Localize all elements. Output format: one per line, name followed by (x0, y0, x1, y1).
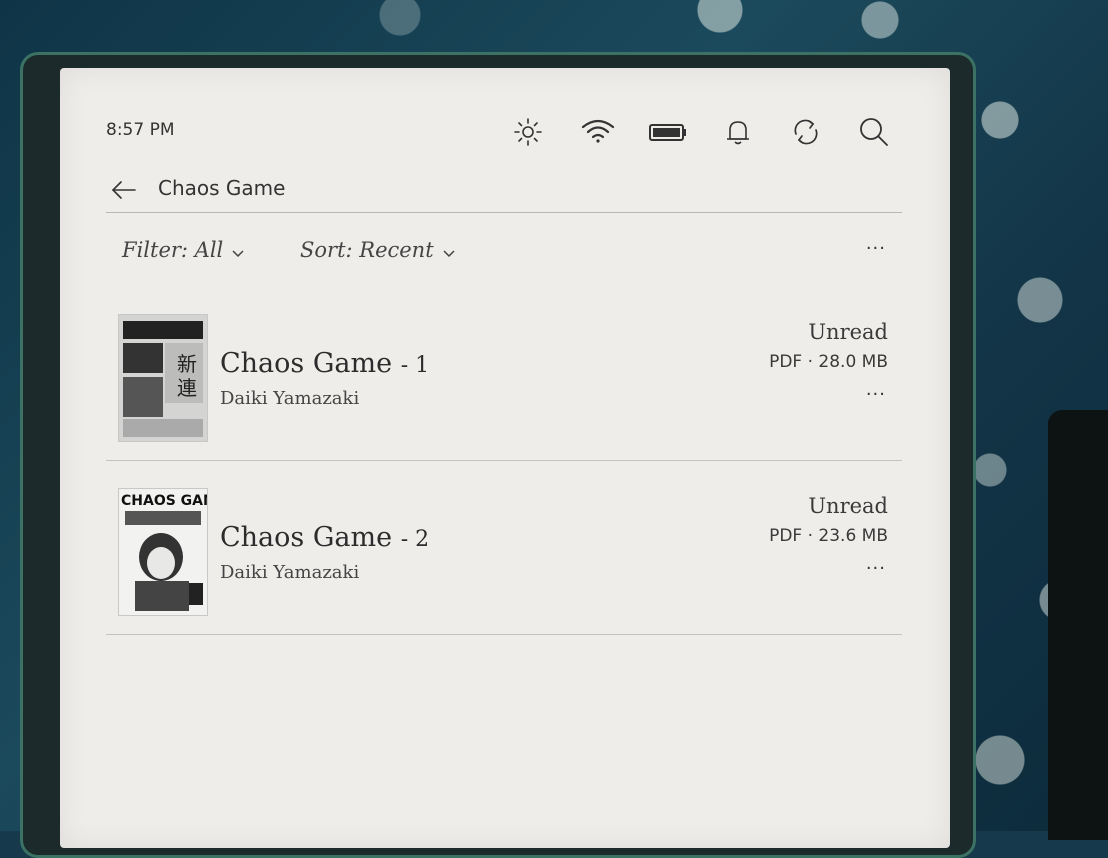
svg-text:新: 新 (177, 352, 197, 376)
book-title[interactable]: Chaos Game - 2 (220, 522, 429, 553)
book-list-item[interactable]: 新 連 Chaos Game - 1 Daiki Yamazaki Unread… (106, 314, 902, 461)
read-status: Unread (808, 494, 888, 518)
cover-title-text: CHAOS GAME (121, 493, 207, 509)
ereader-screen: 8:57 PM Chaos Game Filter: All Sort: Rec… (60, 68, 950, 848)
book-cover: 新 連 (118, 314, 208, 442)
sort-dropdown[interactable]: Sort: Recent (300, 238, 456, 264)
battery-icon (648, 114, 688, 150)
chevron-down-icon (442, 240, 456, 264)
filter-dropdown[interactable]: Filter: All (122, 238, 245, 264)
chevron-down-icon (231, 240, 245, 264)
filter-label: Filter: All (122, 238, 224, 262)
filter-sort-bar: Filter: All Sort: Recent ··· (122, 238, 892, 268)
search-icon[interactable] (856, 114, 892, 150)
book-list-item[interactable]: CHAOS GAME Chaos Game - 2 Daiki Yamazaki… (106, 488, 902, 635)
back-arrow-icon[interactable] (110, 176, 138, 204)
read-status: Unread (808, 320, 888, 344)
list-options-menu-button[interactable]: ··· (866, 238, 886, 259)
brightness-icon[interactable] (510, 114, 546, 150)
book-options-menu-button[interactable]: ··· (866, 384, 886, 405)
sort-label: Sort: Recent (300, 238, 434, 262)
file-info: PDF · 23.6 MB (769, 526, 888, 546)
sync-icon[interactable] (788, 114, 824, 150)
book-author: Daiki Yamazaki (220, 562, 360, 583)
file-info: PDF · 28.0 MB (769, 352, 888, 372)
wifi-icon[interactable] (580, 114, 616, 150)
status-time: 8:57 PM (106, 120, 175, 140)
book-author: Daiki Yamazaki (220, 388, 360, 409)
book-title[interactable]: Chaos Game - 1 (220, 348, 429, 379)
navigation-bar: Chaos Game (106, 172, 902, 213)
book-options-menu-button[interactable]: ··· (866, 558, 886, 579)
book-cover: CHAOS GAME (118, 488, 208, 616)
page-title: Chaos Game (158, 176, 286, 200)
notification-bell-icon[interactable] (720, 114, 756, 150)
phone-edge (1048, 410, 1108, 840)
svg-text:連: 連 (177, 376, 197, 400)
